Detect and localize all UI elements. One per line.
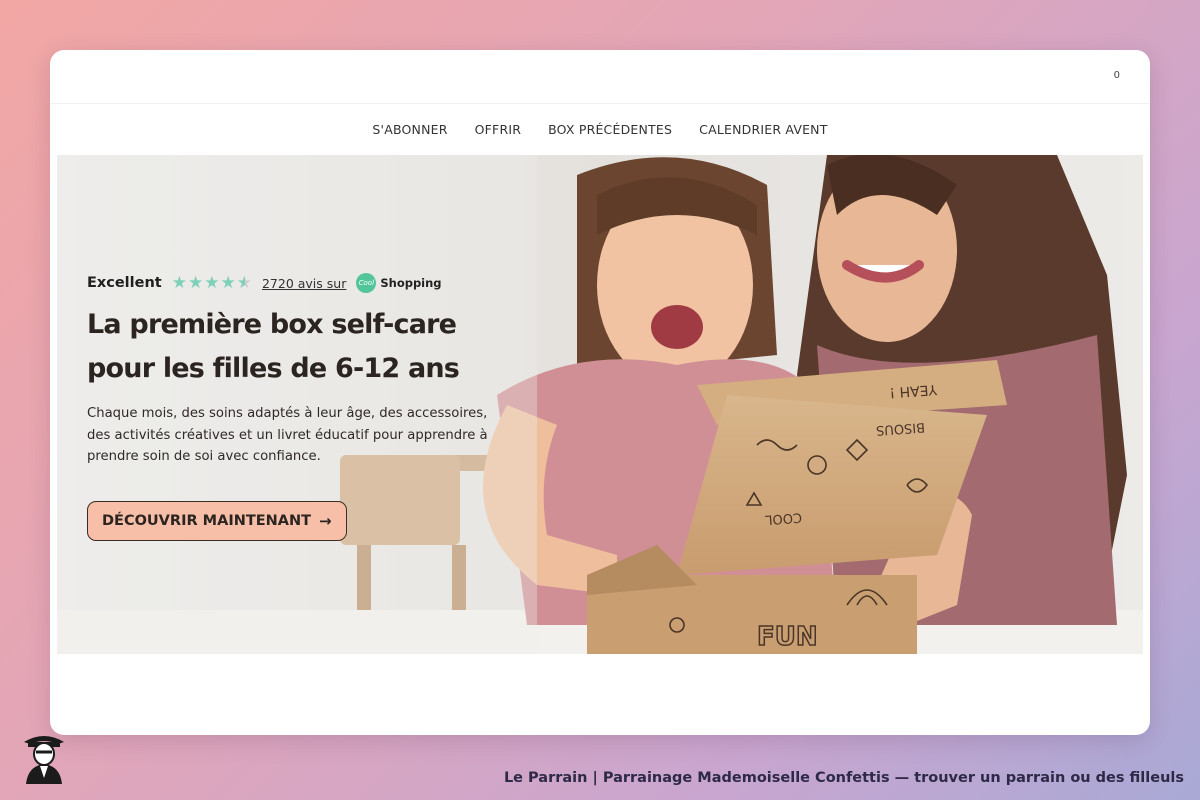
godfather-logo-icon — [24, 736, 64, 784]
main-nav: S'ABONNER OFFRIR BOX PRÉCÉDENTES CALENDR… — [50, 104, 1150, 154]
nav-item-previous-boxes[interactable]: BOX PRÉCÉDENTES — [548, 122, 672, 137]
footer-caption: Le Parrain | Parrainage Mademoiselle Con… — [503, 770, 1184, 786]
rating-label: Excellent — [87, 275, 162, 291]
provider-name: Shopping — [380, 276, 442, 290]
rating-widget: Excellent ★ ★ ★ ★ ★ 2720 avis sur Cool S… — [87, 273, 442, 293]
review-count-link[interactable]: 2720 avis sur — [262, 276, 346, 291]
box-text-cool: COOL — [764, 509, 802, 527]
star-icon: ★ — [187, 272, 204, 293]
star-icon: ★ — [204, 272, 220, 293]
hero-section: FUN YEAH ! COOL BISOUS Excellent ★ ★ ★ ★… — [57, 155, 1143, 654]
box-text-fun: FUN — [757, 622, 818, 652]
review-provider: Cool Shopping — [356, 273, 442, 293]
browser-card: 0 S'ABONNER OFFRIR BOX PRÉCÉDENTES CALEN… — [50, 50, 1150, 735]
hero-description: Chaque mois, des soins adaptés à leur âg… — [87, 406, 488, 464]
cart-count[interactable]: 0 — [1114, 70, 1120, 81]
cta-label: DÉCOUVRIR MAINTENANT — [102, 513, 312, 529]
nav-item-advent-calendar[interactable]: CALENDRIER AVENT — [699, 122, 827, 137]
star-icon: ★ — [171, 272, 187, 293]
hero-title: La première box self-care pour les fille… — [87, 309, 460, 384]
nav-item-subscribe[interactable]: S'ABONNER — [372, 122, 447, 137]
discover-now-button[interactable]: DÉCOUVRIR MAINTENANT → — [87, 501, 347, 541]
star-icon: ★ — [220, 272, 236, 293]
arrow-right-icon: → — [319, 512, 332, 530]
provider-logo-icon: Cool — [356, 273, 377, 293]
top-bar: 0 — [50, 50, 1150, 104]
star-half-icon: ★ — [236, 272, 252, 293]
star-rating: ★ ★ ★ ★ ★ — [171, 272, 252, 293]
box-text-yeah: YEAH ! — [889, 381, 939, 400]
nav-item-gift[interactable]: OFFRIR — [475, 122, 521, 137]
